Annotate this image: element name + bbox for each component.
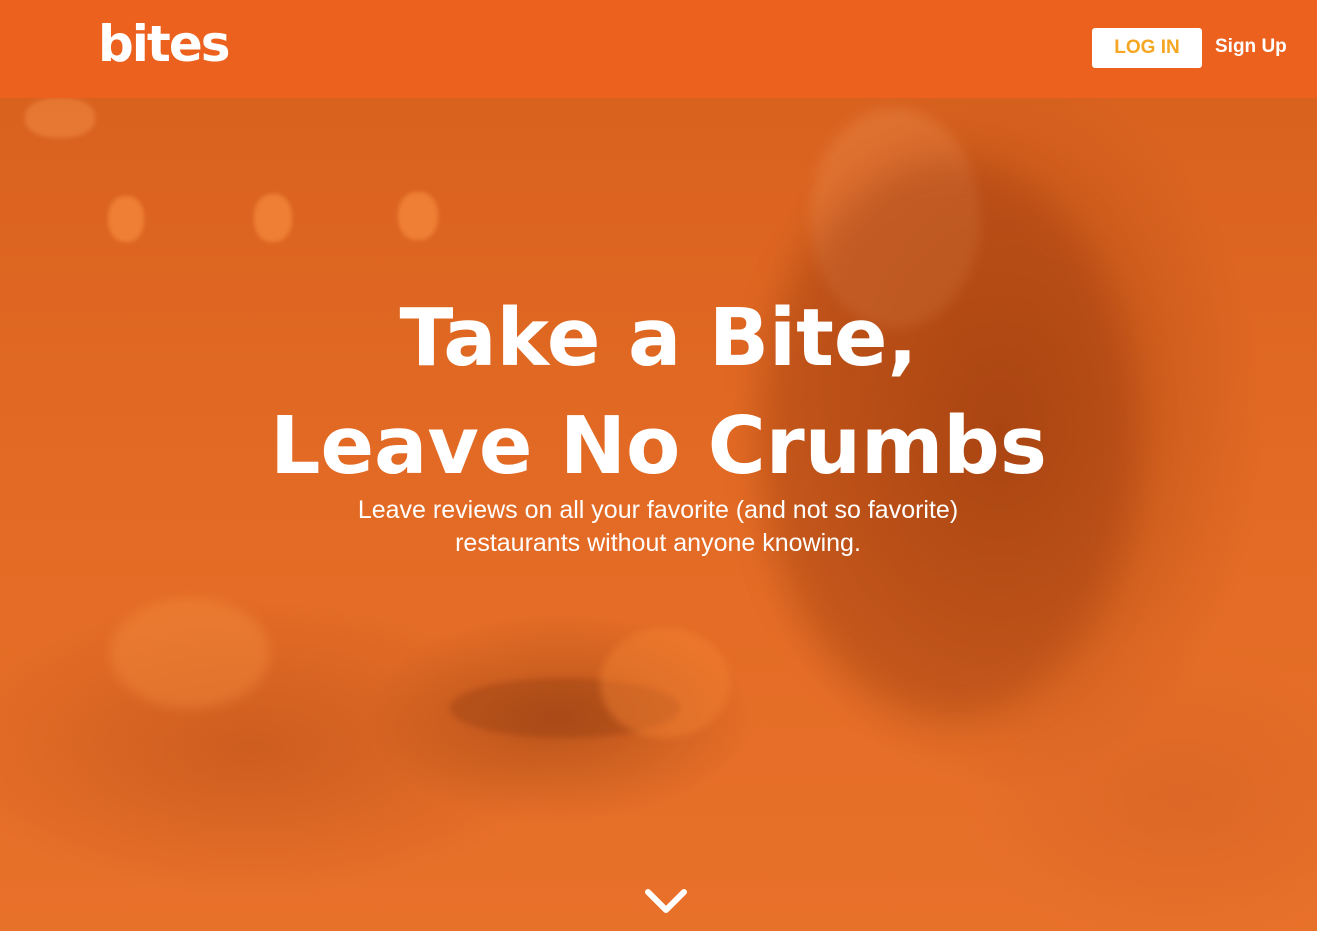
hero-headline: Take a Bite, Leave No Crumbs: [0, 284, 1317, 500]
hero-subtitle: Leave reviews on all your favorite (and …: [258, 494, 1058, 560]
landing-page: bites LOG IN Sign Up Take a Bite, Leave …: [0, 0, 1317, 931]
bokeh-light: [254, 194, 292, 242]
signup-link[interactable]: Sign Up: [1215, 34, 1287, 60]
chevron-down-icon[interactable]: [644, 886, 688, 916]
bokeh-light: [25, 98, 95, 138]
subtitle-line-2: restaurants without anyone knowing.: [455, 529, 861, 557]
login-button[interactable]: LOG IN: [1092, 28, 1202, 68]
bread-shape: [110, 598, 270, 708]
cup-shape: [600, 628, 730, 738]
subtitle-line-1: Leave reviews on all your favorite (and …: [357, 496, 959, 524]
bites-logo[interactable]: bites: [98, 14, 231, 74]
bokeh-light: [398, 192, 438, 240]
headline-line-2: Leave No Crumbs: [270, 400, 1047, 492]
headline-line-1: Take a Bite,: [399, 292, 918, 384]
top-nav-bar: bites LOG IN Sign Up: [0, 0, 1317, 98]
bokeh-light: [108, 196, 144, 242]
